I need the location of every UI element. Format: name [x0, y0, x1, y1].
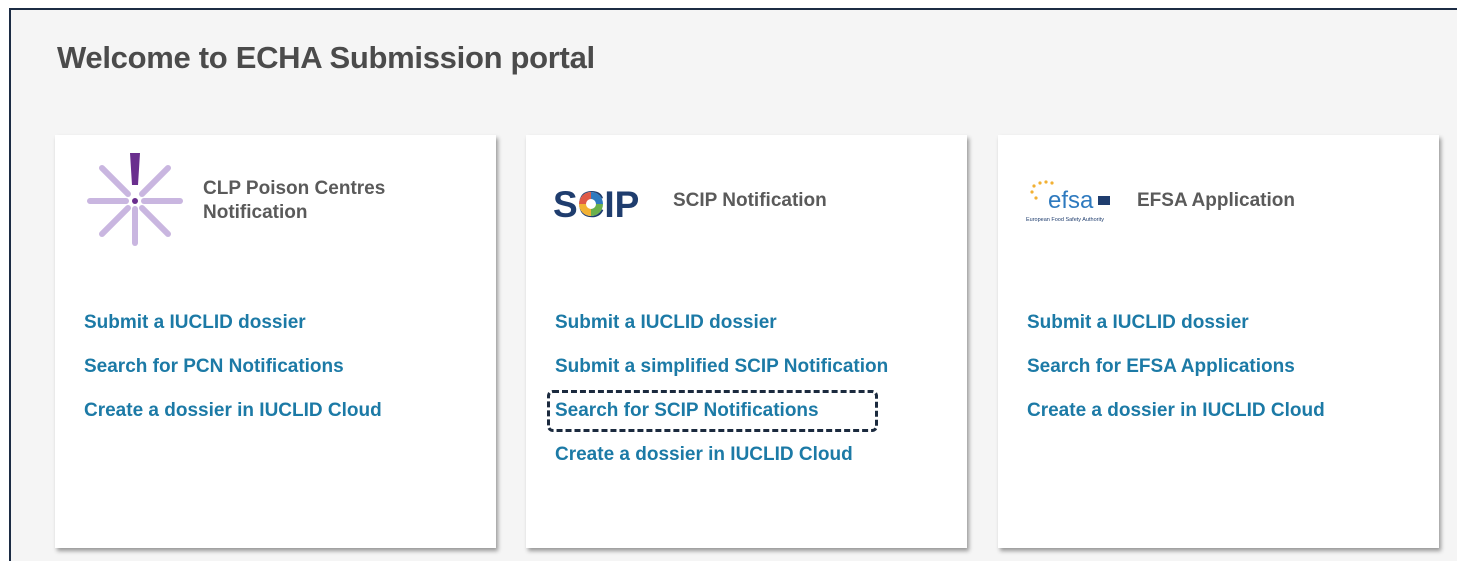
create-dossier-iuclid-cloud-link[interactable]: Create a dossier in IUCLID Cloud	[1027, 399, 1325, 443]
search-pcn-notifications-link[interactable]: Search for PCN Notifications	[84, 355, 382, 399]
card-title: SCIP Notification	[673, 190, 827, 211]
search-efsa-applications-link[interactable]: Search for EFSA Applications	[1027, 355, 1325, 399]
scip-logo-icon: SCIP	[553, 186, 639, 222]
search-scip-notifications-link[interactable]: Search for SCIP Notifications	[555, 399, 888, 443]
submit-iuclid-dossier-link[interactable]: Submit a IUCLID dossier	[84, 311, 382, 355]
link-list: Submit a IUCLID dossier Submit a simplif…	[555, 311, 888, 487]
efsa-logo-icon: efsa European Food Safety Authority	[1026, 180, 1110, 223]
link-list: Submit a IUCLID dossier Search for EFSA …	[1027, 311, 1325, 443]
link-list: Submit a IUCLID dossier Search for PCN N…	[84, 311, 382, 443]
create-dossier-iuclid-cloud-link[interactable]: Create a dossier in IUCLID Cloud	[84, 399, 382, 443]
submit-simplified-scip-link[interactable]: Submit a simplified SCIP Notification	[555, 355, 888, 399]
submit-iuclid-dossier-link[interactable]: Submit a IUCLID dossier	[555, 311, 888, 355]
card-title: CLP Poison Centres Notification	[203, 178, 386, 223]
card-scip: SCIP SCIP Notification Submit a IUCLID d…	[526, 135, 967, 548]
page-title: Welcome to ECHA Submission portal	[57, 40, 595, 75]
card-pcn: CLP Poison Centres Notification Submit a…	[55, 135, 496, 548]
efsa-logo-subtext: European Food Safety Authority	[1026, 217, 1104, 223]
card-title: EFSA Application	[1137, 190, 1295, 211]
efsa-logo-text: efsa	[1048, 187, 1094, 214]
card-efsa: efsa European Food Safety Authority EFSA…	[998, 135, 1439, 548]
card-header: efsa European Food Safety Authority EFSA…	[998, 135, 1439, 275]
card-header: SCIP SCIP Notification	[526, 135, 967, 275]
create-dossier-iuclid-cloud-link[interactable]: Create a dossier in IUCLID Cloud	[555, 443, 888, 487]
pcn-logo-icon	[87, 153, 183, 246]
card-header: CLP Poison Centres Notification	[55, 135, 496, 275]
submit-iuclid-dossier-link[interactable]: Submit a IUCLID dossier	[1027, 311, 1325, 355]
